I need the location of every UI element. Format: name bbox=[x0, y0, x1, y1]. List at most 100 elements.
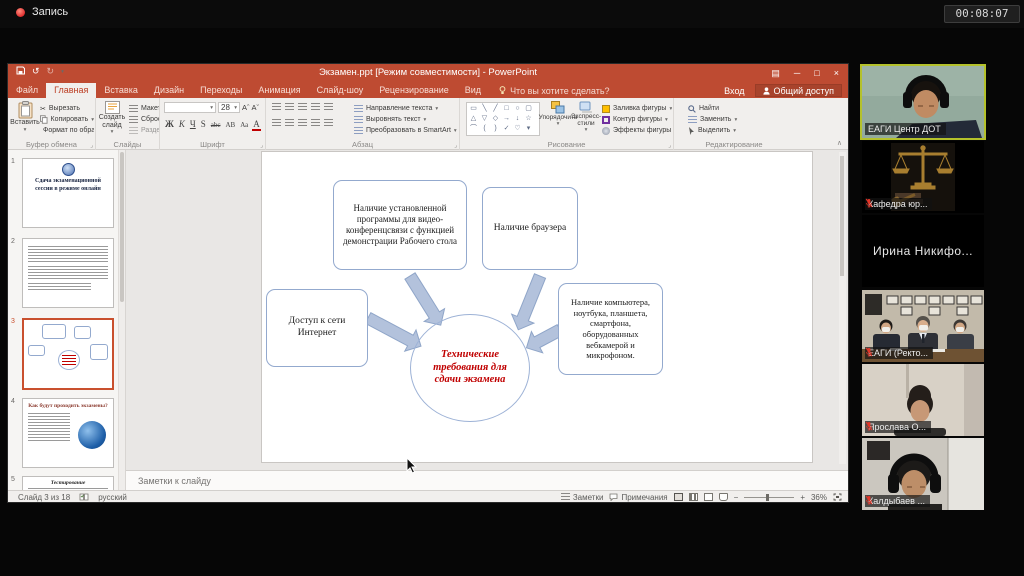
tab-insert[interactable]: Вставка bbox=[96, 83, 145, 98]
diagram-box-internet[interactable]: Доступ к сети Интернет bbox=[266, 289, 368, 367]
numbering-icon[interactable] bbox=[285, 103, 294, 111]
participant-tile-3[interactable]: Ирина Никифо... bbox=[862, 215, 984, 287]
undo-icon[interactable]: ↺ bbox=[32, 66, 40, 77]
grow-font-icon[interactable]: Аˆ bbox=[242, 103, 250, 112]
tab-slideshow[interactable]: Слайд-шоу bbox=[309, 83, 372, 98]
align-center-icon[interactable] bbox=[285, 119, 294, 127]
tab-review[interactable]: Рецензирование bbox=[371, 83, 457, 98]
shrink-font-icon[interactable]: Аˇ bbox=[252, 103, 260, 112]
character-spacing-button[interactable]: АВ bbox=[224, 121, 236, 129]
line-spacing-icon[interactable] bbox=[324, 103, 333, 111]
convert-smartart-button[interactable]: Преобразовать в SmartArt▾ bbox=[354, 125, 458, 136]
reading-view-button[interactable] bbox=[704, 493, 713, 501]
reset-button[interactable]: Сбросить bbox=[129, 114, 159, 125]
copy-button[interactable]: Копировать▾ bbox=[40, 114, 94, 125]
tab-design[interactable]: Дизайн bbox=[146, 83, 192, 98]
align-right-icon[interactable] bbox=[298, 119, 307, 127]
section-button[interactable]: Раздел bbox=[129, 125, 159, 136]
bullets-icon[interactable] bbox=[272, 103, 281, 111]
tab-transitions[interactable]: Переходы bbox=[192, 83, 250, 98]
participant-tile-2[interactable]: Кафедра юр... bbox=[862, 141, 984, 213]
columns-icon[interactable] bbox=[324, 119, 333, 127]
arrange-button[interactable]: Упорядочить▾ bbox=[544, 101, 572, 143]
underline-button[interactable]: Ч bbox=[189, 119, 197, 129]
zoom-slider[interactable] bbox=[744, 497, 794, 498]
zoom-out-button[interactable]: − bbox=[734, 493, 739, 502]
comments-toggle-button[interactable]: Примечания bbox=[609, 493, 667, 502]
ribbon-display-options-icon[interactable]: ▤ bbox=[764, 64, 787, 82]
shape-fill-button[interactable]: Заливка фигуры▾ bbox=[602, 103, 672, 114]
participant-tile-4[interactable]: ЕАГИ (Ректо... bbox=[862, 290, 984, 362]
italic-button[interactable]: К bbox=[178, 119, 186, 129]
strikethrough-button[interactable]: abc bbox=[210, 121, 222, 129]
dialog-launcher-icon[interactable]: ⌟ bbox=[260, 142, 263, 149]
shape-effects-button[interactable]: Эффекты фигуры▾ bbox=[602, 125, 672, 136]
bold-button[interactable]: Ж bbox=[164, 119, 175, 129]
participant-tile-1[interactable]: ЕАГИ Центр ДОТ bbox=[862, 66, 984, 138]
tell-me-box[interactable]: Что вы хотите сделать? bbox=[499, 83, 610, 98]
diagram-box-software[interactable]: Наличие установленной программы для виде… bbox=[333, 180, 467, 270]
participant-tile-5[interactable]: Ярослава О... bbox=[862, 364, 984, 436]
tab-animations[interactable]: Анимация bbox=[250, 83, 308, 98]
select-button[interactable]: Выделить▾ bbox=[688, 125, 784, 136]
close-icon[interactable]: × bbox=[827, 64, 846, 82]
slide-thumbnail-2[interactable] bbox=[22, 238, 114, 308]
participant-tile-6[interactable]: Калдыбаев ... bbox=[862, 438, 984, 510]
slideshow-button[interactable] bbox=[719, 493, 728, 501]
align-left-icon[interactable] bbox=[272, 119, 281, 127]
paste-button[interactable]: Вставить▾ bbox=[10, 101, 40, 143]
language-indicator[interactable]: русский bbox=[98, 493, 127, 502]
layout-button[interactable]: Макет bbox=[129, 103, 159, 114]
justify-icon[interactable] bbox=[311, 119, 320, 127]
zoom-percentage[interactable]: 36% bbox=[811, 493, 827, 502]
tab-view[interactable]: Вид bbox=[457, 83, 489, 98]
spellcheck-icon[interactable] bbox=[79, 493, 89, 501]
slide-thumbnail-5[interactable]: Тестирование bbox=[22, 476, 114, 490]
dialog-launcher-icon[interactable]: ⌟ bbox=[90, 142, 93, 149]
save-icon[interactable] bbox=[16, 66, 25, 77]
zoom-in-button[interactable]: + bbox=[800, 493, 805, 502]
slide-thumbnail-4[interactable]: Как будут проходить экзамены? bbox=[22, 398, 114, 468]
fit-to-window-icon[interactable] bbox=[833, 493, 842, 501]
diagram-center-circle[interactable]: Технические требования для сдачи экзамен… bbox=[410, 314, 530, 422]
increase-indent-icon[interactable] bbox=[311, 103, 320, 111]
slide-sorter-view-button[interactable] bbox=[689, 493, 698, 501]
tab-home[interactable]: Главная bbox=[46, 83, 96, 98]
restore-icon[interactable]: □ bbox=[807, 64, 826, 82]
shape-outline-button[interactable]: Контур фигуры▾ bbox=[602, 114, 672, 125]
replace-button[interactable]: Заменить▾ bbox=[688, 114, 784, 125]
cut-button[interactable]: ✂Вырезать bbox=[40, 103, 94, 114]
thumbnail-scrollbar[interactable] bbox=[118, 150, 125, 490]
format-painter-button[interactable]: Формат по образцу bbox=[40, 125, 94, 136]
redo-icon[interactable]: ↻ bbox=[47, 66, 55, 77]
font-name-combo[interactable]: ▾ bbox=[164, 102, 216, 113]
new-slide-button[interactable]: Создать слайд▾ bbox=[97, 101, 127, 143]
diagram-box-devices[interactable]: Наличие компьютера, ноутбука, планшета, … bbox=[558, 283, 663, 375]
dialog-launcher-icon[interactable]: ⌟ bbox=[668, 142, 671, 149]
decrease-indent-icon[interactable] bbox=[298, 103, 307, 111]
customize-qat-arrow-icon[interactable]: ▾ bbox=[61, 69, 64, 75]
shapes-gallery[interactable]: ▭╲╱□○▢ △▽◇→↓☆ ⌒()✓♡▾ bbox=[466, 102, 540, 136]
collapse-ribbon-icon[interactable]: ∧ bbox=[837, 139, 842, 147]
current-slide-canvas[interactable]: Наличие установленной программы для виде… bbox=[262, 152, 812, 462]
normal-view-button[interactable] bbox=[674, 493, 683, 501]
diagram-box-browser[interactable]: Наличие браузера bbox=[482, 187, 578, 270]
minimize-icon[interactable]: ─ bbox=[787, 64, 807, 82]
align-text-button[interactable]: Выровнять текст▾ bbox=[354, 114, 458, 125]
recording-indicator[interactable]: Запись bbox=[16, 6, 68, 18]
quick-styles-button[interactable]: Экспресс-стили▾ bbox=[572, 101, 600, 143]
find-button[interactable]: Найти bbox=[688, 103, 784, 114]
sign-in-link[interactable]: Вход bbox=[724, 86, 744, 96]
dialog-launcher-icon[interactable]: ⌟ bbox=[454, 142, 457, 149]
notes-pane[interactable]: Заметки к слайду bbox=[126, 470, 848, 490]
text-direction-button[interactable]: Направление текста▾ bbox=[354, 103, 458, 114]
share-button[interactable]: Общий доступ bbox=[755, 84, 842, 97]
tab-file[interactable]: Файл bbox=[8, 83, 46, 98]
text-shadow-button[interactable]: S bbox=[200, 119, 207, 129]
slide-thumbnail-1[interactable]: Сдача экзаменационной сессии в режиме он… bbox=[22, 158, 114, 228]
notes-toggle-button[interactable]: Заметки bbox=[561, 493, 604, 502]
font-color-button[interactable]: А bbox=[252, 119, 261, 131]
slide-area-scrollbar[interactable] bbox=[839, 152, 846, 464]
font-size-combo[interactable]: 28▾ bbox=[218, 102, 240, 113]
slide-thumbnail-3-selected[interactable] bbox=[22, 318, 114, 390]
